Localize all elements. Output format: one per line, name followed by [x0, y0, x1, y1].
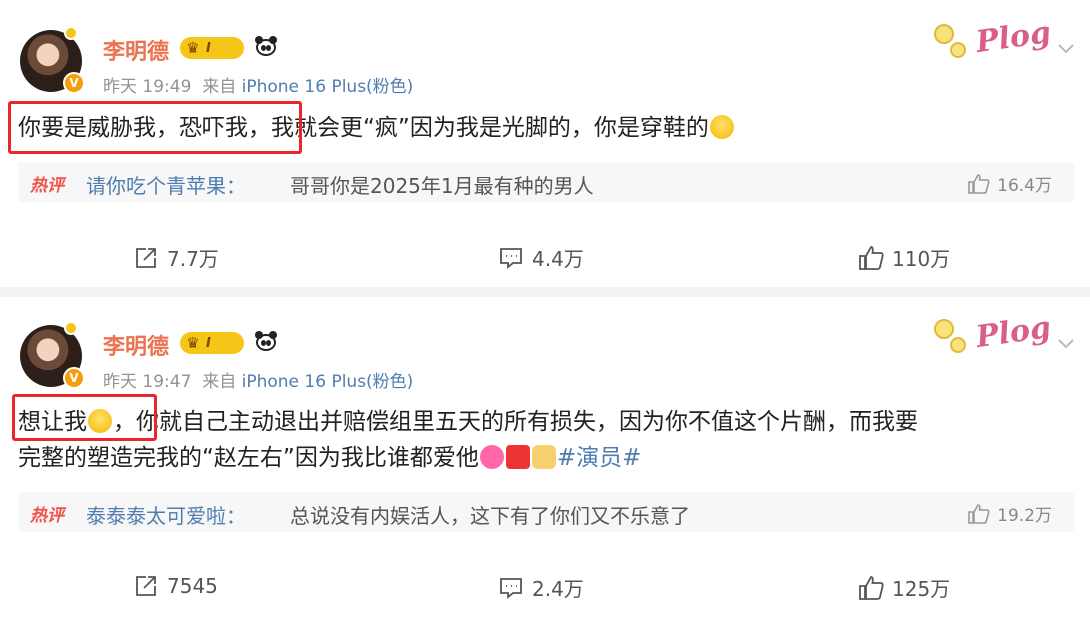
source-label: 来自	[202, 77, 237, 97]
vip-badge[interactable]: ♛ I	[180, 332, 244, 354]
highlight-box	[12, 394, 157, 441]
plog-badge: Plog	[930, 309, 1054, 365]
avatar[interactable]: V	[20, 321, 85, 389]
weibo-post-1: V 李明德 ♛ I 昨天 19:49 来自 iPhone 16 Plus(粉色)…	[0, 0, 1090, 287]
thumbs-up-icon	[968, 503, 990, 524]
panda-icon	[254, 331, 278, 353]
hot-comment-like[interactable]: 16.4万	[967, 171, 1052, 196]
forward-icon	[136, 247, 156, 268]
chevron-down-icon[interactable]	[1056, 333, 1076, 353]
crown-icon: ♛	[186, 39, 200, 57]
comment-button[interactable]: 2.4万	[498, 573, 584, 602]
hot-comment-like[interactable]: 19.2万	[967, 501, 1052, 526]
action-bar: 7545 2.4万 125万	[0, 573, 1090, 603]
avatar-decoration-icon	[64, 321, 78, 335]
forward-icon	[136, 576, 156, 596]
forward-button[interactable]: 7545	[133, 573, 218, 599]
plog-text: Plog	[973, 309, 1054, 356]
forward-count: 7.7万	[167, 247, 219, 271]
hot-comment-user[interactable]: 泰泰泰太可爱啦：	[86, 500, 246, 529]
user-name[interactable]: 李明德	[103, 34, 169, 66]
post-text-line1: ，你就自己主动退出并赔偿组里五天的所有损失，因为你不值这个片酬，而我要	[113, 409, 918, 435]
post-text-rest: 我就会更“疯”因为我是光脚的，你是穿鞋的	[271, 115, 709, 141]
source-label: 来自	[202, 372, 237, 392]
avatar-decoration-icon	[64, 26, 78, 40]
comment-count: 4.4万	[532, 247, 584, 271]
hot-comment[interactable]: 热评 泰泰泰太可爱啦： 总说没有内娱活人，这下有了你们又不乐意了 19.2万	[18, 492, 1074, 532]
comment-icon	[500, 577, 522, 599]
hot-comment-text: 总说没有内娱活人，这下有了你们又不乐意了	[290, 504, 690, 528]
post-meta: 昨天 19:47 来自 iPhone 16 Plus(粉色)	[103, 367, 413, 392]
plog-badge: Plog	[930, 14, 1054, 70]
vip-level: I	[206, 335, 211, 351]
comment-icon	[500, 247, 522, 269]
hot-comment-text: 哥哥你是2025年1月最有种的男人	[290, 174, 594, 198]
comment-button[interactable]: 4.4万	[498, 243, 584, 272]
like-count: 110万	[892, 247, 951, 271]
hot-comment[interactable]: 热评 请你吃个青苹果： 哥哥你是2025年1月最有种的男人 16.4万	[18, 162, 1074, 202]
avatar[interactable]: V	[20, 26, 85, 94]
user-name[interactable]: 李明德	[103, 329, 169, 361]
dessert-emoji-icon	[531, 445, 556, 469]
weibo-post-2: V 李明德 ♛ I 昨天 19:47 来自 iPhone 16 Plus(粉色)…	[0, 297, 1090, 625]
panda-icon	[254, 36, 278, 58]
hot-comment-tag: 热评	[30, 506, 64, 526]
hot-comment-like-count: 16.4万	[997, 176, 1052, 196]
flower-icon	[934, 24, 954, 44]
vip-badge[interactable]: ♛ I	[180, 37, 244, 59]
like-button[interactable]: 125万	[858, 573, 950, 602]
like-count: 125万	[892, 577, 951, 601]
verified-badge-icon: V	[63, 72, 85, 94]
hot-comment-like-count: 19.2万	[997, 506, 1052, 526]
flower-icon	[950, 337, 966, 353]
post-meta: 昨天 19:49 来自 iPhone 16 Plus(粉色)	[103, 72, 413, 97]
forward-count: 7545	[167, 574, 218, 598]
flower-icon	[950, 42, 966, 58]
verified-badge-icon: V	[63, 367, 85, 389]
thumbs-up-icon	[968, 173, 990, 194]
post-time[interactable]: 昨天 19:49	[103, 77, 191, 97]
grin-emoji-icon	[709, 115, 734, 139]
like-button[interactable]: 110万	[858, 243, 950, 272]
post-text: 想让我 ，你就自己主动退出并赔偿组里五天的所有损失，因为你不值这个片酬，而我要 完…	[18, 404, 1068, 476]
crown-icon: ♛	[186, 334, 200, 352]
hot-comment-user[interactable]: 请你吃个青苹果：	[86, 170, 246, 199]
thumbs-up-icon	[859, 575, 884, 600]
thumbs-up-icon	[859, 245, 884, 270]
face-emoji-icon	[479, 445, 504, 469]
comment-count: 2.4万	[532, 577, 584, 601]
flower-icon	[934, 319, 954, 339]
plog-text: Plog	[973, 14, 1054, 61]
hot-comment-tag: 热评	[30, 176, 64, 196]
post-text-line2: 完整的塑造完我的“赵左右”因为我比谁都爱他	[18, 445, 479, 471]
cake-emoji-icon	[505, 445, 530, 469]
post-source[interactable]: iPhone 16 Plus(粉色)	[242, 372, 414, 392]
forward-button[interactable]: 7.7万	[133, 243, 219, 272]
highlight-box	[8, 101, 302, 154]
hashtag-link[interactable]: #演员#	[557, 445, 642, 471]
action-bar: 7.7万 4.4万 110万	[0, 243, 1090, 273]
chevron-down-icon[interactable]	[1056, 38, 1076, 58]
post-source[interactable]: iPhone 16 Plus(粉色)	[242, 77, 414, 97]
post-time[interactable]: 昨天 19:47	[103, 372, 191, 392]
vip-level: I	[206, 40, 211, 56]
